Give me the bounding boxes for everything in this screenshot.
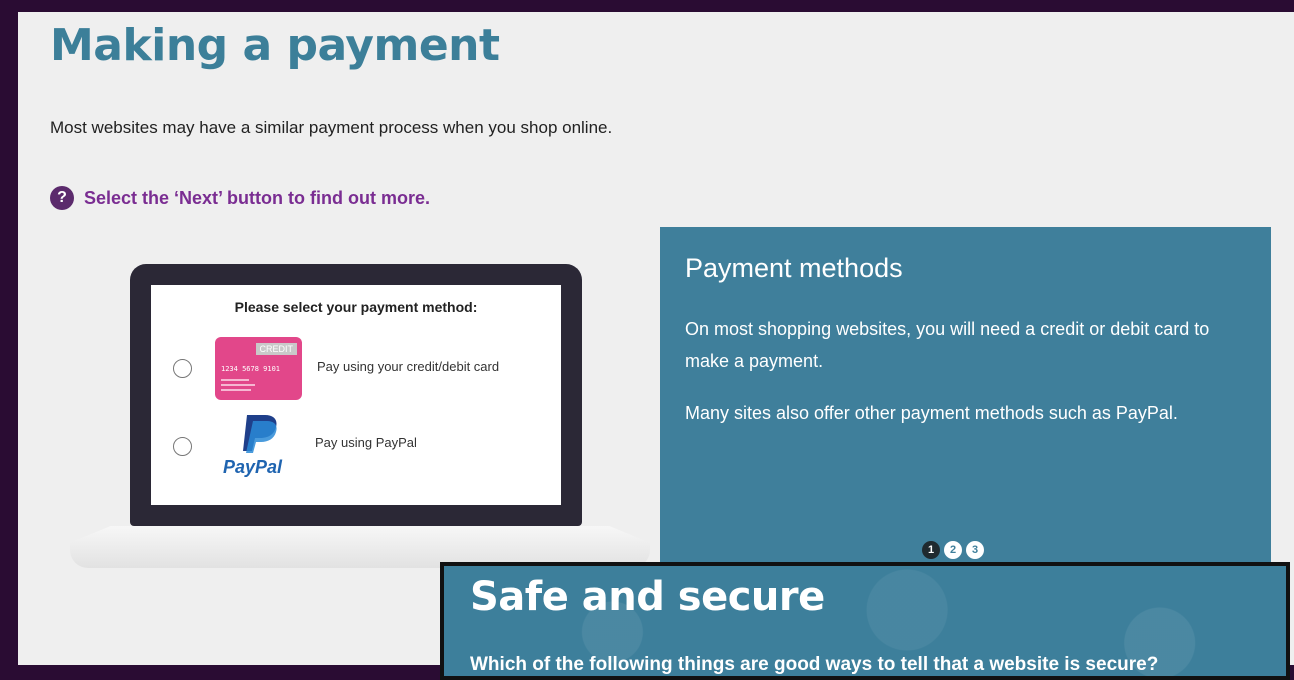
panel-paragraph-1: On most shopping websites, you will need… — [685, 319, 1210, 371]
page-title: Making a payment — [50, 20, 500, 71]
overlay-question: Which of the following things are good w… — [470, 654, 1159, 675]
card-radio — [173, 359, 192, 378]
paypal-radio — [173, 437, 192, 456]
safe-and-secure-card: Safe and secure Which of the following t… — [440, 562, 1290, 680]
paypal-wordmark: PayPal — [223, 457, 283, 477]
page-dot-1[interactable]: 1 — [922, 541, 940, 559]
panel-paragraph-2: Many sites also offer other payment meth… — [685, 403, 1178, 423]
card-tag: CREDIT — [255, 343, 297, 355]
laptop-illustration: Please select your payment method: CREDI… — [70, 264, 650, 584]
intro-text: Most websites may have a similar payment… — [50, 118, 613, 137]
question-icon: ? — [50, 186, 74, 210]
payment-method-heading: Please select your payment method: — [234, 299, 478, 315]
card-number: 1234 5678 9101 — [221, 365, 281, 373]
card-line — [221, 389, 251, 391]
panel-title: Payment methods — [685, 253, 903, 283]
paypal-logo-icon — [243, 415, 277, 453]
option-paypal-label: Pay using PayPal — [315, 435, 417, 450]
page-dot-3[interactable]: 3 — [966, 541, 984, 559]
overlay-title: Safe and secure — [470, 574, 825, 620]
option-card-label: Pay using your credit/debit card — [317, 359, 500, 374]
pagination: 1 2 3 — [922, 541, 984, 559]
payment-methods-panel: Payment methods On most shopping website… — [660, 227, 1271, 567]
laptop-screen: Please select your payment method: CREDI… — [151, 285, 561, 505]
card-line — [221, 384, 255, 386]
laptop-lid: Please select your payment method: CREDI… — [130, 264, 582, 526]
hint-row: ? Select the ‘Next’ button to find out m… — [50, 186, 430, 210]
card-line — [221, 379, 249, 381]
credit-card-icon: CREDIT 1234 5678 9101 — [215, 337, 302, 400]
hint-text: Select the ‘Next’ button to find out mor… — [84, 187, 431, 208]
page-dot-2[interactable]: 2 — [944, 541, 962, 559]
